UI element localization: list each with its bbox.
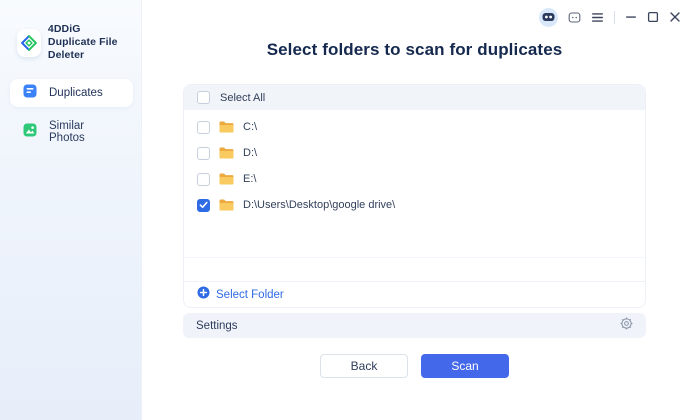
folder-icon	[219, 147, 234, 159]
folder-checkbox[interactable]	[197, 172, 210, 186]
settings-bar[interactable]: Settings	[183, 313, 646, 338]
sidebar-item-label: Duplicates	[49, 87, 103, 99]
assistant-bot-icon[interactable]	[539, 7, 558, 27]
folder-icon	[219, 173, 234, 185]
maximize-icon[interactable]	[647, 11, 659, 23]
menu-icon[interactable]	[591, 12, 604, 23]
add-folder-icon	[197, 286, 210, 304]
sidebar-item-label: Similar Photos	[49, 120, 85, 144]
folder-row[interactable]: C:\	[184, 114, 645, 140]
folder-checkbox[interactable]	[197, 146, 210, 160]
folder-checkbox[interactable]	[197, 198, 210, 212]
folder-row[interactable]: D:\Users\Desktop\google drive\	[184, 192, 645, 218]
select-folder-label: Select Folder	[216, 288, 284, 301]
folder-path: D:\Users\Desktop\google drive\	[243, 199, 396, 211]
select-folder-button[interactable]: Select Folder	[184, 281, 645, 307]
photo-icon	[22, 122, 38, 143]
select-all-row[interactable]: Select All	[184, 85, 645, 110]
folder-row[interactable]: E:\	[184, 166, 645, 192]
action-buttons: Back Scan	[142, 354, 687, 378]
folder-path: C:\	[243, 121, 258, 133]
back-button[interactable]: Back	[320, 354, 408, 378]
titlebar-controls	[539, 6, 681, 28]
settings-label: Settings	[196, 319, 238, 332]
folder-checkbox[interactable]	[197, 120, 210, 134]
panel-empty-space	[184, 258, 645, 281]
gear-icon[interactable]	[620, 317, 633, 335]
minimize-icon[interactable]	[625, 11, 637, 23]
folder-selection-panel: Select All C:\ D:\ E:\ D:\Users\Desktop\goo…	[183, 84, 646, 308]
app-logo: 4DDiG Duplicate File Deleter	[17, 23, 141, 62]
folder-list: C:\ D:\ E:\ D:\Users\Desktop\google drive\	[184, 110, 645, 258]
close-icon[interactable]	[669, 11, 681, 23]
select-all-checkbox[interactable]	[197, 91, 210, 104]
page-title: Select folders to scan for duplicates	[266, 40, 563, 59]
folder-path: E:\	[243, 173, 257, 185]
folder-row[interactable]: D:\	[184, 140, 645, 166]
sidebar-item-duplicates[interactable]: Duplicates	[10, 79, 133, 107]
app-logo-icon	[17, 28, 41, 57]
document-icon	[22, 83, 38, 104]
feedback-icon[interactable]	[568, 11, 581, 24]
app-name: 4DDiG	[47, 23, 81, 35]
titlebar-separator	[614, 10, 615, 24]
app-subtitle: Duplicate File Deleter	[47, 36, 118, 61]
folder-path: D:\	[243, 147, 258, 159]
folder-icon	[219, 121, 234, 133]
select-all-label: Select All	[220, 91, 266, 104]
folder-icon	[219, 199, 234, 211]
sidebar: 4DDiG Duplicate File Deleter Duplicates	[0, 0, 142, 420]
sidebar-item-similar-photos[interactable]: Similar Photos	[10, 118, 133, 146]
sidebar-nav: Duplicates Similar Photos	[10, 79, 133, 157]
app-window: 4DDiG Duplicate File Deleter Duplicates	[0, 0, 687, 420]
scan-button[interactable]: Scan	[421, 354, 509, 378]
